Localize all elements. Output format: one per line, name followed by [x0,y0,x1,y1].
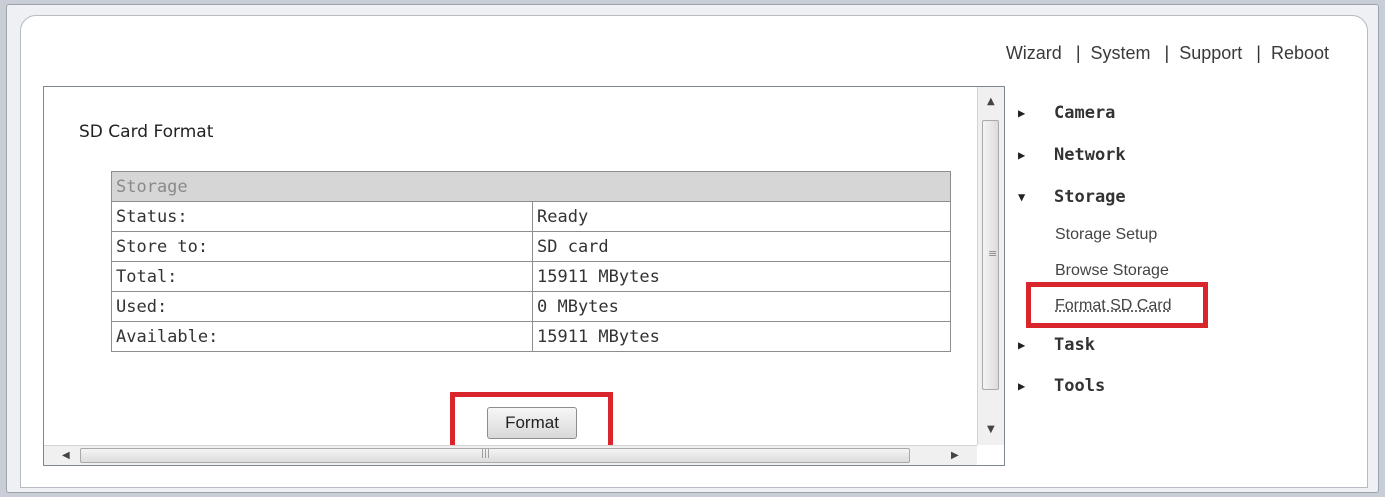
row-label: Store to: [111,231,533,262]
scroll-left-icon[interactable]: ◀ [62,451,70,461]
scroll-right-icon[interactable]: ▶ [951,451,959,461]
top-nav: Wizard | System | Support | Reboot [1006,41,1329,65]
scroll-down-icon[interactable]: ▼ [987,425,995,435]
table-header-row: Storage [111,171,951,202]
table-row: Store to: SD card [111,231,951,262]
horizontal-scrollbar[interactable]: ◀ ||| ▶ [44,445,977,465]
triangle-right-icon: ▶ [1018,148,1026,162]
row-value: 15911 MBytes [532,321,951,352]
table-row: Used: 0 MBytes [111,291,951,322]
triangle-down-icon: ▼ [1018,190,1026,204]
nav-system[interactable]: System [1091,43,1151,64]
triangle-right-icon: ▶ [1018,338,1026,352]
submenu-browse-storage[interactable]: Browse Storage [1055,262,1169,280]
row-value: SD card [532,231,951,262]
row-value: Ready [532,201,951,232]
submenu-storage-setup[interactable]: Storage Setup [1055,226,1157,244]
row-label: Used: [111,291,533,322]
nav-separator: | [1256,42,1261,63]
row-label: Status: [111,201,533,232]
vertical-scroll-thumb[interactable]: ≡ [982,120,999,390]
row-value: 15911 MBytes [532,261,951,292]
content-frame: SD Card Format Storage Status: Ready Sto… [43,86,1005,466]
row-label: Total: [111,261,533,292]
table-row: Total: 15911 MBytes [111,261,951,292]
menu-label: Storage [1054,187,1126,207]
table-header: Storage [111,171,951,202]
nav-wizard[interactable]: Wizard [1006,43,1062,64]
scroll-up-icon[interactable]: ▲ [987,97,995,107]
menu-label: Camera [1054,103,1116,123]
menu-item-network[interactable]: ▶ Network [1018,142,1126,168]
storage-info-table: Storage Status: Ready Store to: SD card … [111,171,951,352]
nav-separator: | [1075,42,1081,63]
submenu-format-sd-card[interactable]: Format SD Card [1055,297,1171,315]
row-value: 0 MBytes [532,291,951,322]
nav-support[interactable]: Support [1179,43,1242,64]
table-row: Available: 15911 MBytes [111,321,951,352]
grip-icon: ≡ [988,247,998,260]
triangle-right-icon: ▶ [1018,379,1026,393]
table-row: Status: Ready [111,201,951,232]
menu-label: Tools [1054,376,1106,396]
menu-label: Network [1054,145,1126,165]
triangle-right-icon: ▶ [1018,106,1026,120]
menu-label: Task [1054,335,1095,355]
menu-item-storage[interactable]: ▼ Storage [1018,184,1126,210]
horizontal-scroll-thumb[interactable]: ||| [80,448,910,463]
row-label: Available: [111,321,533,352]
grip-icon: ||| [481,449,491,459]
menu-item-task[interactable]: ▶ Task [1018,332,1095,358]
format-button[interactable]: Format [487,407,577,439]
vertical-scrollbar[interactable]: ▲ ≡ ▼ [977,87,1004,445]
nav-separator: | [1164,42,1170,63]
page-title: SD Card Format [79,122,214,142]
menu-item-tools[interactable]: ▶ Tools [1018,373,1105,399]
menu-item-camera[interactable]: ▶ Camera [1018,100,1115,126]
nav-reboot[interactable]: Reboot [1271,43,1329,64]
